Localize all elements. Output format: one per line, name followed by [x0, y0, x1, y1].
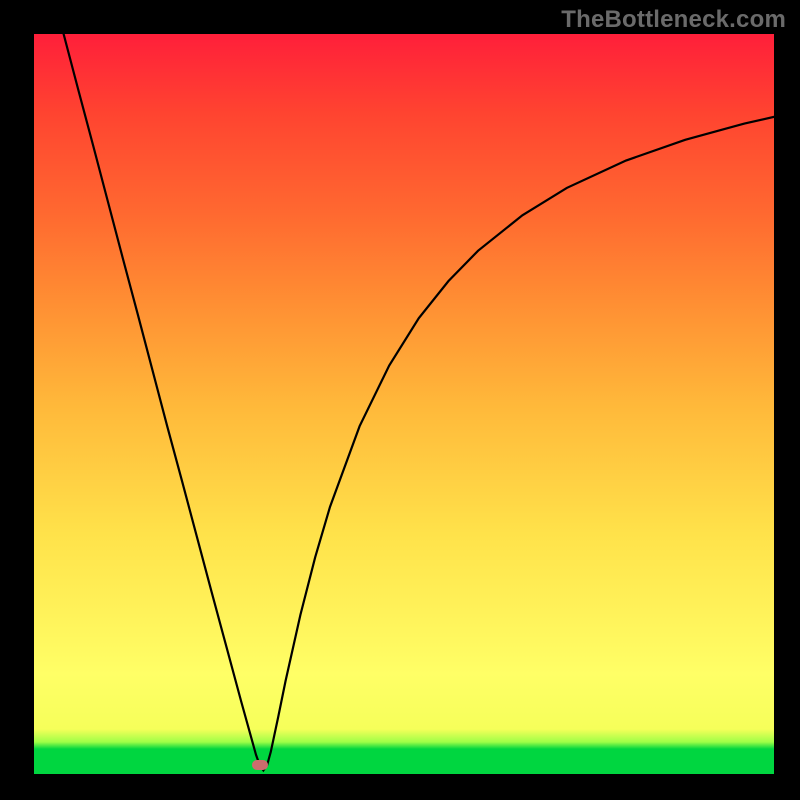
bottleneck-curve: [34, 34, 774, 774]
chart-frame: TheBottleneck.com: [0, 0, 800, 800]
plot-area: [34, 34, 774, 774]
optimal-point-marker: [252, 760, 268, 770]
watermark-text: TheBottleneck.com: [561, 6, 786, 34]
